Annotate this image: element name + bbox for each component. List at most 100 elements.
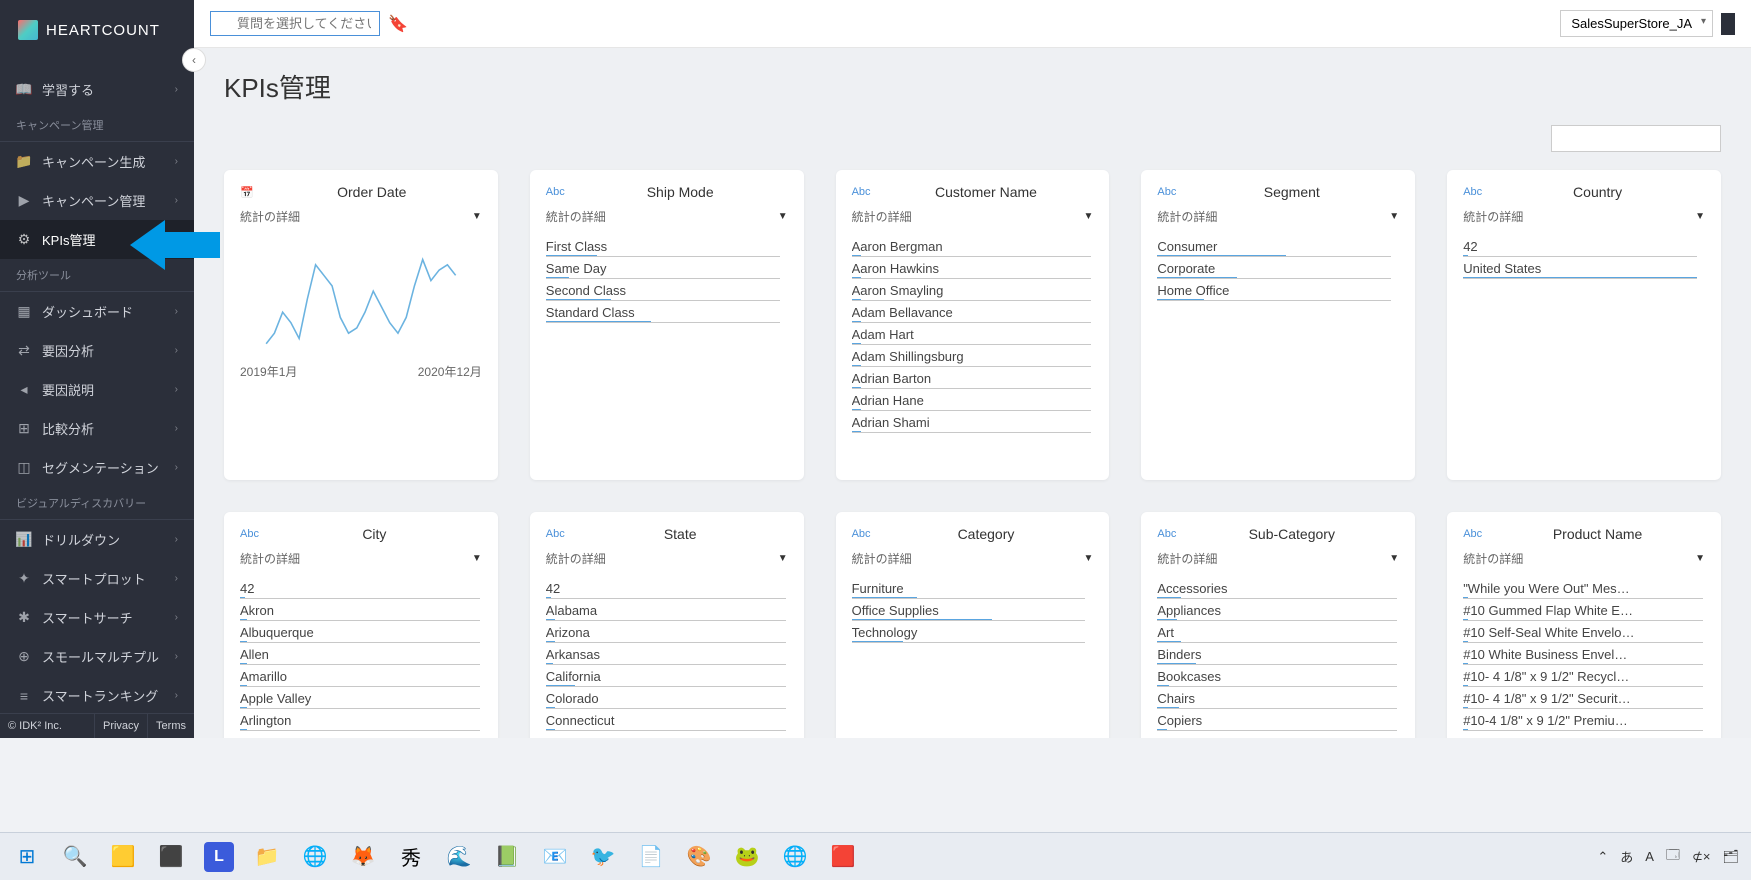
list-item[interactable]: Second Class [546, 279, 780, 301]
list-item[interactable]: Akron [240, 599, 480, 621]
sidebar-item[interactable]: 📊ドリルダウン› [0, 520, 194, 559]
sidebar-item[interactable]: ✱スマートサーチ› [0, 598, 194, 637]
card-dropdown[interactable]: ▼ [1389, 211, 1399, 222]
list-item[interactable]: Home Office [1157, 279, 1391, 301]
card-dropdown[interactable]: ▼ [1695, 553, 1705, 564]
list-item[interactable]: Adrian Hane [852, 389, 1092, 411]
tray-chevron-icon[interactable]: ⌃ [1597, 849, 1608, 865]
list-item[interactable]: Arkansas [546, 643, 786, 665]
kpi-filter-input[interactable] [1551, 125, 1721, 152]
outlook-icon[interactable]: 📧 [540, 842, 570, 872]
list-item[interactable]: Adam Shillingsburg [852, 345, 1092, 367]
sidebar-item[interactable]: ⊞比較分析› [0, 409, 194, 448]
tray-icon[interactable]: 🗂 [1722, 849, 1739, 865]
tray-icon[interactable]: A [1645, 849, 1654, 864]
list-item[interactable]: First Class [546, 235, 780, 257]
sidebar-item[interactable]: ⇄要因分析› [0, 331, 194, 370]
list-item[interactable]: Apple Valley [240, 687, 480, 709]
list-item[interactable]: 42 [240, 577, 480, 599]
list-item[interactable]: Adam Hart [852, 323, 1092, 345]
card-dropdown[interactable]: ▼ [1083, 211, 1093, 222]
sidebar-item[interactable]: ◂要因説明› [0, 370, 194, 409]
sidebar-item[interactable]: ≡スマートランキング› [0, 676, 194, 713]
list-item[interactable]: Aaron Hawkins [852, 257, 1092, 279]
list-item[interactable]: Same Day [546, 257, 780, 279]
tray-icon[interactable]: 🗔 [1666, 846, 1680, 868]
file-explorer-icon[interactable]: 📁 [252, 842, 282, 872]
list-item[interactable]: United States [1463, 257, 1697, 279]
edge-icon[interactable]: 🌊 [444, 842, 474, 872]
card-dropdown[interactable]: ▼ [472, 211, 482, 222]
list-item[interactable]: Chairs [1157, 687, 1397, 709]
app-icon[interactable]: 🐸 [732, 842, 762, 872]
card-dropdown[interactable]: ▼ [778, 553, 788, 564]
system-tray[interactable]: ⌃ あ A 🗔 ⊄× 🗂 [1597, 846, 1739, 868]
bookmark-icon[interactable]: 🔖 [388, 14, 408, 34]
list-item[interactable]: Albuquerque [240, 621, 480, 643]
acrobat-icon[interactable]: 📄 [636, 842, 666, 872]
card-dropdown[interactable]: ▼ [1695, 211, 1705, 222]
app-icon[interactable]: L [204, 842, 234, 872]
list-item[interactable]: Appliances [1157, 599, 1397, 621]
user-menu[interactable] [1721, 13, 1735, 35]
sidebar-item[interactable]: ▶キャンペーン管理› [0, 181, 194, 220]
app-icon[interactable]: 🟨 [108, 842, 138, 872]
list-item[interactable]: Binders [1157, 643, 1397, 665]
list-item[interactable]: Aaron Smayling [852, 279, 1092, 301]
list-item[interactable]: #10 White Business Envel… [1463, 643, 1703, 665]
list-item[interactable]: #10- 4 1/8" x 9 1/2" Recycl… [1463, 665, 1703, 687]
list-item[interactable]: Standard Class [546, 301, 780, 323]
sidebar-collapse-button[interactable]: ‹ [182, 48, 206, 72]
list-item[interactable]: Connecticut [546, 709, 786, 731]
list-item[interactable]: #10 Self-Seal White Envelo… [1463, 621, 1703, 643]
tray-icon[interactable]: ⊄× [1692, 849, 1710, 865]
list-item[interactable]: "While you Were Out" Mes… [1463, 577, 1703, 599]
list-item[interactable]: Art [1157, 621, 1397, 643]
card-dropdown[interactable]: ▼ [1389, 553, 1399, 564]
ime-indicator[interactable]: あ [1620, 847, 1633, 866]
sidebar-item[interactable]: ✦スマートプロット› [0, 559, 194, 598]
list-item[interactable]: Office Supplies [852, 599, 1086, 621]
search-taskbar-icon[interactable]: 🔍 [60, 842, 90, 872]
list-item[interactable]: Consumer [1157, 235, 1391, 257]
app-icon[interactable]: 🎨 [684, 842, 714, 872]
list-item[interactable]: Allen [240, 643, 480, 665]
card-dropdown[interactable]: ▼ [1083, 553, 1093, 564]
list-item[interactable]: Adam Bellavance [852, 301, 1092, 323]
privacy-link[interactable]: Privacy [95, 714, 148, 738]
list-item[interactable]: Arlington [240, 709, 480, 731]
app-icon[interactable]: 秀 [396, 842, 426, 872]
sidebar-item[interactable]: ⊕スモールマルチプル› [0, 637, 194, 676]
list-item[interactable]: Copiers [1157, 709, 1397, 731]
list-item[interactable]: Corporate [1157, 257, 1391, 279]
list-item[interactable]: Arizona [546, 621, 786, 643]
chrome-icon[interactable]: 🌐 [780, 842, 810, 872]
list-item[interactable]: Alabama [546, 599, 786, 621]
list-item[interactable]: #10-4 1/8" x 9 1/2" Premiu… [1463, 709, 1703, 731]
sidebar-item[interactable]: ◫セグメンテーション› [0, 448, 194, 487]
list-item[interactable]: California [546, 665, 786, 687]
list-item[interactable]: Aaron Bergman [852, 235, 1092, 257]
list-item[interactable]: Adrian Shami [852, 411, 1092, 433]
list-item[interactable]: Colorado [546, 687, 786, 709]
firefox-icon[interactable]: 🦊 [348, 842, 378, 872]
list-item[interactable]: #10- 4 1/8" x 9 1/2" Securit… [1463, 687, 1703, 709]
list-item[interactable]: 42 [1463, 235, 1697, 257]
copyright[interactable]: © IDK² Inc. [0, 714, 95, 738]
list-item[interactable]: Bookcases [1157, 665, 1397, 687]
list-item[interactable]: Technology [852, 621, 1086, 643]
list-item[interactable]: Furniture [852, 577, 1086, 599]
list-item[interactable]: Amarillo [240, 665, 480, 687]
dataset-selector[interactable]: SalesSuperStore_JA [1560, 10, 1713, 37]
chrome-icon[interactable]: 🌐 [300, 842, 330, 872]
start-button[interactable]: ⊞ [12, 842, 42, 872]
excel-icon[interactable]: 📗 [492, 842, 522, 872]
list-item[interactable]: #10 Gummed Flap White E… [1463, 599, 1703, 621]
thunderbird-icon[interactable]: 🐦 [588, 842, 618, 872]
list-item[interactable]: 42 [546, 577, 786, 599]
terms-link[interactable]: Terms [148, 714, 194, 738]
app-icon[interactable]: ⬛ [156, 842, 186, 872]
list-item[interactable]: Accessories [1157, 577, 1397, 599]
list-item[interactable]: Adrian Barton [852, 367, 1092, 389]
sidebar-item[interactable]: ▦ダッシュボード› [0, 292, 194, 331]
